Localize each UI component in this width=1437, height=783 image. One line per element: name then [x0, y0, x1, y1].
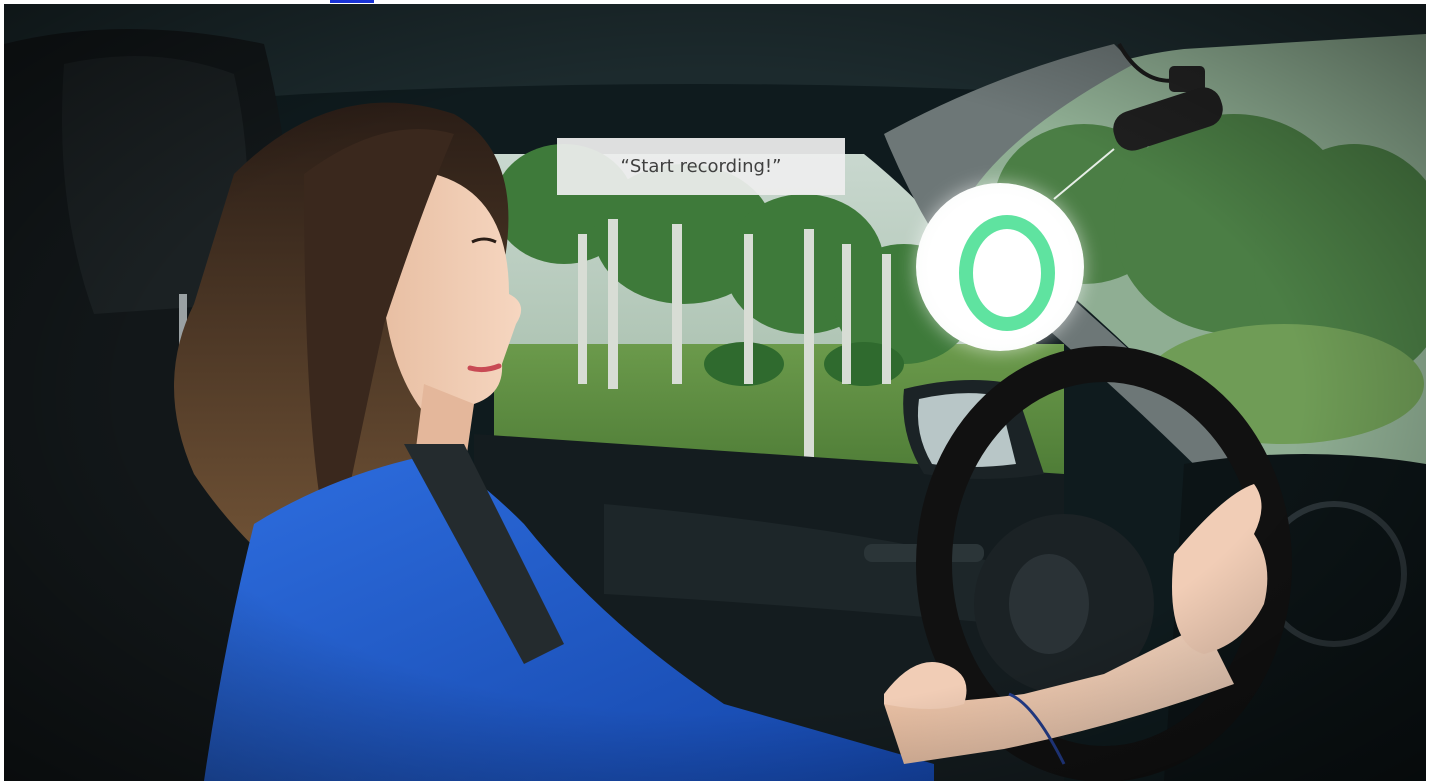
- recording-indicator: [916, 183, 1084, 351]
- right-margin: [1426, 4, 1437, 781]
- car-interior-scene: [4, 4, 1426, 781]
- speech-bubble: “Start recording!”: [557, 138, 845, 195]
- speech-bubble-text: “Start recording!”: [620, 156, 782, 177]
- recording-ring-icon: [959, 215, 1055, 331]
- driver-photo: “Start recording!”: [4, 4, 1426, 781]
- top-link-underline[interactable]: [330, 0, 374, 3]
